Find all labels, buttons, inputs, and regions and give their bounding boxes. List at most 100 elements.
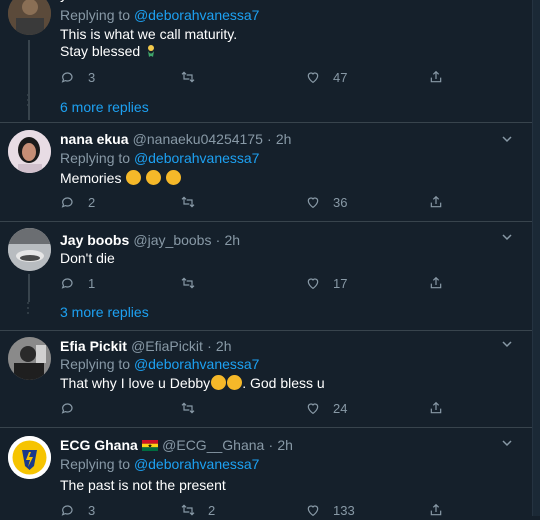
tweet-text: Don't die <box>60 250 115 266</box>
reply-button[interactable]: 3 <box>60 500 95 520</box>
retweet-icon <box>181 196 195 208</box>
reply-count: 3 <box>88 502 96 518</box>
like-button[interactable]: 47 <box>305 67 347 87</box>
retweet-button[interactable] <box>180 273 196 293</box>
mention-link[interactable]: @deborahvanessa7 <box>134 356 260 372</box>
reply-count: 1 <box>88 275 96 291</box>
heart-icon <box>307 403 319 415</box>
separator: · <box>267 131 272 147</box>
reply-button[interactable]: 2 <box>60 192 95 212</box>
replying-to: Replying to @deborahvanessa7 <box>60 455 259 473</box>
share-button[interactable] <box>428 273 444 293</box>
reply-button[interactable]: 3 <box>60 67 95 87</box>
avatar[interactable] <box>8 130 51 173</box>
share-button[interactable] <box>428 192 444 212</box>
retweet-button[interactable] <box>180 67 196 87</box>
tweet-actions: 24 <box>60 398 460 418</box>
retweet-button[interactable] <box>180 398 196 418</box>
timestamp[interactable]: 2h <box>224 232 240 248</box>
tweet-text-line: Stay blessed <box>60 43 141 59</box>
chevron-down-icon[interactable] <box>502 134 512 144</box>
timestamp[interactable]: 2h <box>277 437 293 453</box>
separator: · <box>268 437 274 453</box>
replying-label: Replying to <box>60 356 131 372</box>
like-count: 17 <box>333 275 348 291</box>
share-button[interactable] <box>428 67 444 87</box>
share-icon <box>430 276 442 289</box>
ghana-flag-icon <box>141 438 158 451</box>
thread-dots <box>27 302 30 317</box>
handle[interactable]: @nanaeku04254175 <box>133 131 263 147</box>
replying-label: Replying to <box>60 456 131 472</box>
share-button[interactable] <box>428 500 444 520</box>
reply-icon <box>61 278 73 289</box>
tweet-actions: 1 17 <box>60 273 460 293</box>
timestamp[interactable]: 2h <box>276 131 292 147</box>
scrollbar[interactable] <box>532 0 540 516</box>
mention-link[interactable]: @deborahvanessa7 <box>134 150 260 166</box>
mention-link[interactable]: @deborahvanessa7 <box>134 456 260 472</box>
chevron-down-icon[interactable] <box>502 438 512 448</box>
share-icon <box>430 70 442 83</box>
like-button[interactable]: 17 <box>305 273 347 293</box>
display-name[interactable]: Jay boobs <box>60 232 129 248</box>
reply-button[interactable]: 1 <box>60 273 95 293</box>
avatar[interactable] <box>8 0 51 35</box>
display-name[interactable]: ECG Ghana <box>60 437 138 453</box>
reply-count: 2 <box>88 194 96 210</box>
retweet-button[interactable]: 2 <box>180 500 215 520</box>
replying-to: Replying to @deborahvanessa7 <box>60 355 259 373</box>
reply-icon <box>61 403 73 414</box>
tweet[interactable]: Jay boobs @jay_boobs · 2h Don't die 1 17 <box>0 222 532 302</box>
mention-link[interactable]: @deborahvanessa7 <box>134 7 260 23</box>
handle[interactable]: @ECG__Ghana <box>162 437 264 453</box>
timestamp[interactable]: 2h <box>216 338 232 354</box>
more-replies-link[interactable]: 6 more replies <box>60 99 149 115</box>
like-count: 36 <box>333 194 348 210</box>
tweet-text: That why I love u Debby . God bless u <box>60 374 325 392</box>
more-replies-link[interactable]: 3 more replies <box>60 304 149 320</box>
tweet-text: Memories <box>60 169 182 187</box>
display-name[interactable]: Efia Pickit <box>60 338 127 354</box>
chevron-down-icon[interactable] <box>502 339 512 349</box>
kissing-face-emoji-icon <box>211 375 227 390</box>
avatar[interactable] <box>8 228 51 271</box>
like-button[interactable]: 24 <box>305 398 347 418</box>
reply-button[interactable] <box>60 398 88 418</box>
retweet-icon <box>181 277 195 289</box>
retweet-button[interactable] <box>180 192 196 212</box>
mermaid-emoji-icon <box>144 44 158 58</box>
handle[interactable]: @jay_boobs <box>133 232 211 248</box>
show-more-replies[interactable]: 3 more replies <box>0 296 532 331</box>
heart-icon <box>307 278 319 290</box>
tweet[interactable]: nana ekua @nanaeku04254175 · 2h Replying… <box>0 122 532 222</box>
separator: · <box>215 232 221 248</box>
like-button[interactable]: 133 <box>305 500 355 520</box>
like-count: 24 <box>333 400 348 416</box>
like-button[interactable]: 36 <box>305 192 347 212</box>
tweet-header: nana ekua @nanaeku04254175 · 2h <box>60 130 291 149</box>
weary-face-emoji-icon <box>126 170 142 185</box>
display-name[interactable]: nana ekua <box>60 131 128 147</box>
avatar[interactable] <box>8 436 51 479</box>
chevron-down-icon[interactable] <box>502 232 512 242</box>
like-count: 133 <box>333 502 355 518</box>
tweet-text-content: Memories <box>60 170 122 186</box>
tweet[interactable]: Efia Pickit @EfiaPickit · 2h Replying to… <box>0 331 532 428</box>
kissing-face-emoji-icon <box>227 375 243 390</box>
tweet-actions: 2 36 <box>60 192 460 212</box>
tweet-header: Jay boobs @jay_boobs · 2h <box>60 231 240 250</box>
show-more-replies[interactable]: 6 more replies <box>0 88 532 123</box>
avatar[interactable] <box>8 337 51 380</box>
tweet[interactable]: ECG Ghana @ECG__Ghana · 2h Replying to @… <box>0 428 532 518</box>
separator: · <box>207 338 212 354</box>
retweet-count: 2 <box>208 502 216 518</box>
replying-label: Replying to <box>60 150 131 166</box>
reply-count: 3 <box>88 69 96 85</box>
weary-face-emoji-icon <box>166 170 182 185</box>
reply-icon <box>61 72 73 83</box>
tweet-actions: 3 47 <box>60 67 460 87</box>
share-button[interactable] <box>428 398 444 418</box>
handle[interactable]: @EfiaPickit <box>131 338 203 354</box>
tweet-text-content: That why I love u Debby <box>60 375 211 391</box>
